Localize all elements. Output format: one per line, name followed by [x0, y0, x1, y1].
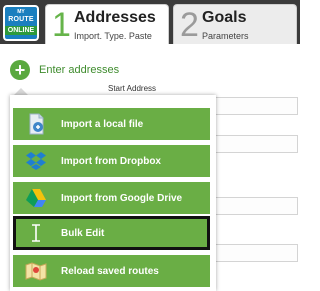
address-field-4[interactable] [212, 244, 298, 262]
logo-middle-text: ROUTE [8, 16, 34, 23]
enter-addresses-button[interactable]: + Enter addresses [10, 58, 119, 82]
top-bar: MY ROUTE ONLINE 1 Addresses Import. Type… [0, 0, 300, 44]
menu-item-import-local-file[interactable]: Import a local file [13, 108, 210, 140]
tab-goals-subtitle: Parameters [202, 31, 249, 41]
menu-item-label: Bulk Edit [61, 227, 105, 239]
logo-top-text: MY [17, 9, 25, 15]
menu-item-label: Reload saved routes [61, 265, 159, 277]
address-field-2[interactable] [212, 135, 298, 153]
map-icon [24, 259, 48, 283]
logo-bottom-text: ONLINE [5, 26, 37, 35]
menu-item-label: Import a local file [61, 118, 144, 130]
enter-addresses-label: Enter addresses [39, 64, 120, 76]
menu-item-reload-saved-routes[interactable]: Reload saved routes [13, 255, 210, 287]
start-address-label: Start Address [108, 84, 157, 93]
google-drive-icon [24, 186, 48, 210]
plus-icon: + [10, 60, 30, 80]
menu-pointer [14, 88, 28, 95]
tab-goals-number: 2 [180, 6, 199, 44]
tab-addresses-title: Addresses [74, 9, 156, 26]
tab-addresses-subtitle: Import. Type. Paste [74, 31, 152, 41]
menu-item-import-dropbox[interactable]: Import from Dropbox [13, 145, 210, 177]
text-cursor-icon [24, 221, 48, 245]
dropbox-icon [24, 149, 48, 173]
tab-addresses-number: 1 [52, 6, 71, 44]
tab-goals[interactable]: 2 Goals Parameters [173, 4, 297, 44]
menu-item-bulk-edit[interactable]: Bulk Edit [13, 216, 210, 250]
menu-item-import-google-drive[interactable]: Import from Google Drive [13, 182, 210, 214]
tab-addresses[interactable]: 1 Addresses Import. Type. Paste [45, 4, 169, 44]
address-field-1[interactable] [212, 97, 298, 115]
import-menu: Import a local file Import from Dropbox … [10, 95, 216, 291]
route-online-logo[interactable]: MY ROUTE ONLINE [3, 5, 39, 41]
address-field-3[interactable] [212, 197, 298, 215]
menu-item-label: Import from Google Drive [61, 192, 183, 204]
file-icon [24, 112, 48, 136]
menu-item-label: Import from Dropbox [61, 155, 161, 167]
tab-goals-title: Goals [202, 9, 247, 26]
